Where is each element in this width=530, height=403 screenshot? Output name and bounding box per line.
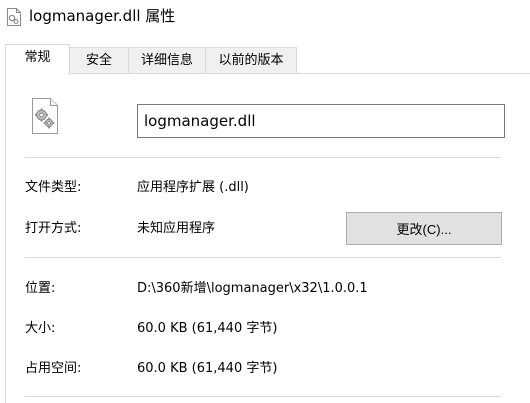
file-type-label: 文件类型: — [25, 180, 82, 195]
dll-file-gears-icon — [32, 98, 58, 134]
tab-previous-versions[interactable]: 以前的版本 — [205, 47, 297, 74]
tab-details[interactable]: 详细信息 — [128, 47, 206, 74]
location-value: D:\360新增\logmanager\x32\1.0.0.1 — [137, 281, 368, 296]
file-type-value: 应用程序扩展 (.dll) — [137, 180, 249, 195]
size-label: 大小: — [25, 321, 56, 336]
dll-file-icon — [7, 8, 21, 26]
window-title: logmanager.dll 属性 — [29, 7, 176, 25]
location-label: 位置: — [25, 281, 56, 296]
separator — [25, 396, 501, 397]
tab-strip: 常规 安全 详细信息 以前的版本 — [0, 44, 530, 75]
opens-with-label: 打开方式: — [25, 221, 82, 236]
title-bar[interactable]: logmanager.dll 属性 — [0, 0, 530, 36]
opens-with-value: 未知应用程序 — [137, 221, 216, 236]
separator — [25, 257, 501, 258]
separator — [25, 157, 501, 158]
tab-security[interactable]: 安全 — [69, 47, 129, 74]
change-button[interactable]: 更改(C)... — [346, 212, 502, 245]
properties-window: logmanager.dll 属性 常规 安全 详细信息 以前的版本 logma… — [0, 0, 530, 403]
file-name-field[interactable] — [137, 104, 505, 138]
tab-general[interactable]: 常规 — [5, 44, 70, 75]
size-value: 60.0 KB (61,440 字节) — [137, 321, 278, 336]
size-on-disk-value: 60.0 KB (61,440 字节) — [137, 361, 278, 376]
size-on-disk-label: 占用空间: — [25, 361, 82, 376]
